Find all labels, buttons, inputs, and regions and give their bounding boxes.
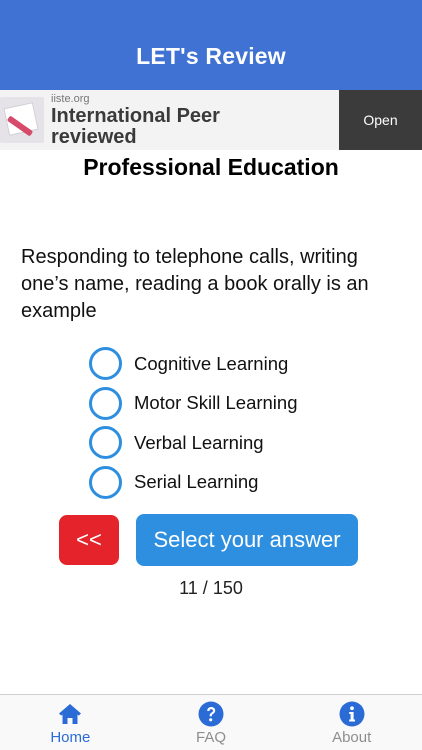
section-title: Professional Education [83, 154, 339, 180]
nav-title: LET's Review [136, 43, 286, 69]
radio-button[interactable] [89, 347, 122, 381]
nav-bar: LET's Review [0, 0, 422, 90]
question-progress: 11 / 150 [179, 578, 243, 598]
ad-banner[interactable]: iiste.org International Peer reviewed Op… [0, 90, 422, 150]
answer-option-1[interactable]: Cognitive Learning [89, 344, 409, 384]
tab-label-faq: FAQ [196, 729, 227, 746]
ad-text[interactable]: iiste.org International Peer reviewed [51, 93, 339, 148]
select-answer-button[interactable]: Select your answer [136, 514, 358, 566]
answer-option-2[interactable]: Motor Skill Learning [89, 384, 409, 424]
question-text: Responding to telephone calls, writing o… [21, 246, 369, 322]
radio-button[interactable] [89, 465, 122, 499]
tab-label-home: Home [50, 729, 91, 746]
tab-about[interactable]: About [281, 695, 422, 750]
tab-label-about: About [332, 729, 372, 746]
answer-option-4[interactable]: Serial Learning [89, 463, 409, 503]
answer-option-label: Cognitive Learning [134, 352, 289, 374]
ad-headline-line1: International Peer [51, 104, 220, 127]
answer-option-3[interactable]: Verbal Learning [89, 423, 409, 463]
tab-faq[interactable]: FAQ [141, 695, 282, 750]
answer-option-label: Verbal Learning [134, 431, 264, 453]
ad-domain: iiste.org [51, 92, 90, 105]
question-circle-icon [198, 701, 224, 727]
radio-button[interactable] [89, 426, 122, 460]
previous-question-button[interactable]: << [59, 515, 119, 565]
answer-option-label: Serial Learning [134, 471, 259, 493]
ad-open-button[interactable]: Open [339, 90, 422, 150]
answer-option-label: Motor Skill Learning [134, 392, 298, 414]
info-circle-icon [339, 701, 365, 727]
home-icon [59, 704, 82, 724]
tab-home[interactable]: Home [0, 695, 141, 750]
tab-bar: Home FAQ About [0, 694, 422, 750]
ad-headline-line2: reviewed [51, 125, 137, 148]
radio-button[interactable] [89, 386, 122, 420]
answer-options: Cognitive Learning Motor Skill Learning … [89, 344, 409, 502]
ad-thumbnail[interactable] [0, 97, 44, 143]
